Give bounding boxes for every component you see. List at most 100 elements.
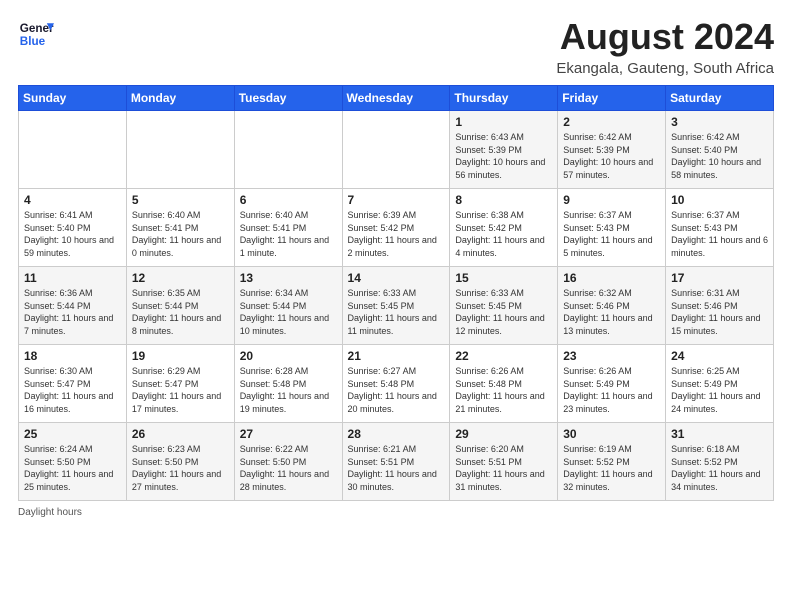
day-cell: 19 Sunrise: 6:29 AM Sunset: 5:47 PM Dayli… xyxy=(126,345,234,423)
day-cell xyxy=(342,111,450,189)
calendar-body: 1Sunrise: 6:43 AM Sunset: 5:39 PM Daylig… xyxy=(19,111,774,501)
day-number: 17 xyxy=(671,271,768,285)
calendar-header: SundayMondayTuesdayWednesdayThursdayFrid… xyxy=(19,86,774,111)
page: General Blue August 2024 Ekangala, Gaute… xyxy=(0,0,792,612)
day-number: 18 xyxy=(24,349,121,363)
day-info: Sunrise: 6:42 AM Sunset: 5:39 PM Dayligh… xyxy=(563,131,660,181)
day-cell: 22 Sunrise: 6:26 AM Sunset: 5:48 PM Dayli… xyxy=(450,345,558,423)
day-info: Sunrise: 6:39 AM Sunset: 5:42 PM Dayligh… xyxy=(348,209,445,259)
day-number: 30 xyxy=(563,427,660,441)
subtitle: Ekangala, Gauteng, South Africa xyxy=(556,60,774,77)
day-info: Sunrise: 6:37 AM Sunset: 5:43 PM Dayligh… xyxy=(563,209,660,259)
day-number: 21 xyxy=(348,349,445,363)
col-header-thursday: Thursday xyxy=(450,86,558,111)
col-header-friday: Friday xyxy=(558,86,666,111)
day-number: 19 xyxy=(132,349,229,363)
day-info: Sunrise: 6:38 AM Sunset: 5:42 PM Dayligh… xyxy=(455,209,552,259)
day-number: 29 xyxy=(455,427,552,441)
day-number: 4 xyxy=(24,193,121,207)
day-cell: 2 Sunrise: 6:42 AM Sunset: 5:39 PM Daylig… xyxy=(558,111,666,189)
day-number: 13 xyxy=(240,271,337,285)
day-cell: 9 Sunrise: 6:37 AM Sunset: 5:43 PM Daylig… xyxy=(558,189,666,267)
day-info: Sunrise: 6:22 AM Sunset: 5:50 PM Dayligh… xyxy=(240,443,337,493)
day-cell: 30 Sunrise: 6:19 AM Sunset: 5:52 PM Dayli… xyxy=(558,423,666,501)
day-cell: 3Sunrise: 6:42 AM Sunset: 5:40 PM Daylig… xyxy=(666,111,774,189)
header: General Blue August 2024 Ekangala, Gaute… xyxy=(18,16,774,77)
day-number: 2 xyxy=(563,115,660,129)
day-info: Sunrise: 6:24 AM Sunset: 5:50 PM Dayligh… xyxy=(24,443,121,493)
day-cell: 25 Sunrise: 6:24 AM Sunset: 5:50 PM Dayli… xyxy=(19,423,127,501)
day-info: Sunrise: 6:20 AM Sunset: 5:51 PM Dayligh… xyxy=(455,443,552,493)
day-cell: 5 Sunrise: 6:40 AM Sunset: 5:41 PM Daylig… xyxy=(126,189,234,267)
day-info: Sunrise: 6:40 AM Sunset: 5:41 PM Dayligh… xyxy=(132,209,229,259)
day-number: 12 xyxy=(132,271,229,285)
col-header-wednesday: Wednesday xyxy=(342,86,450,111)
week-row-5: 25 Sunrise: 6:24 AM Sunset: 5:50 PM Dayli… xyxy=(19,423,774,501)
day-info: Sunrise: 6:28 AM Sunset: 5:48 PM Dayligh… xyxy=(240,365,337,415)
day-number: 14 xyxy=(348,271,445,285)
day-cell: 4Sunrise: 6:41 AM Sunset: 5:40 PM Daylig… xyxy=(19,189,127,267)
day-cell: 31Sunrise: 6:18 AM Sunset: 5:52 PM Dayli… xyxy=(666,423,774,501)
day-number: 9 xyxy=(563,193,660,207)
day-number: 25 xyxy=(24,427,121,441)
day-number: 26 xyxy=(132,427,229,441)
day-info: Sunrise: 6:40 AM Sunset: 5:41 PM Dayligh… xyxy=(240,209,337,259)
header-row: SundayMondayTuesdayWednesdayThursdayFrid… xyxy=(19,86,774,111)
day-info: Sunrise: 6:30 AM Sunset: 5:47 PM Dayligh… xyxy=(24,365,121,415)
day-number: 28 xyxy=(348,427,445,441)
day-info: Sunrise: 6:25 AM Sunset: 5:49 PM Dayligh… xyxy=(671,365,768,415)
day-cell: 7 Sunrise: 6:39 AM Sunset: 5:42 PM Daylig… xyxy=(342,189,450,267)
day-info: Sunrise: 6:34 AM Sunset: 5:44 PM Dayligh… xyxy=(240,287,337,337)
day-info: Sunrise: 6:36 AM Sunset: 5:44 PM Dayligh… xyxy=(24,287,121,337)
day-info: Sunrise: 6:29 AM Sunset: 5:47 PM Dayligh… xyxy=(132,365,229,415)
day-info: Sunrise: 6:35 AM Sunset: 5:44 PM Dayligh… xyxy=(132,287,229,337)
day-cell: 17Sunrise: 6:31 AM Sunset: 5:46 PM Dayli… xyxy=(666,267,774,345)
title-block: August 2024 Ekangala, Gauteng, South Afr… xyxy=(556,16,774,77)
day-number: 31 xyxy=(671,427,768,441)
day-cell: 14Sunrise: 6:33 AM Sunset: 5:45 PM Dayli… xyxy=(342,267,450,345)
day-cell: 15 Sunrise: 6:33 AM Sunset: 5:45 PM Dayli… xyxy=(450,267,558,345)
day-info: Sunrise: 6:21 AM Sunset: 5:51 PM Dayligh… xyxy=(348,443,445,493)
day-cell: 29 Sunrise: 6:20 AM Sunset: 5:51 PM Dayli… xyxy=(450,423,558,501)
col-header-sunday: Sunday xyxy=(19,86,127,111)
day-cell: 21 Sunrise: 6:27 AM Sunset: 5:48 PM Dayli… xyxy=(342,345,450,423)
day-info: Sunrise: 6:23 AM Sunset: 5:50 PM Dayligh… xyxy=(132,443,229,493)
day-number: 5 xyxy=(132,193,229,207)
day-cell xyxy=(19,111,127,189)
day-number: 16 xyxy=(563,271,660,285)
day-number: 22 xyxy=(455,349,552,363)
day-cell: 18 Sunrise: 6:30 AM Sunset: 5:47 PM Dayli… xyxy=(19,345,127,423)
col-header-saturday: Saturday xyxy=(666,86,774,111)
week-row-1: 1Sunrise: 6:43 AM Sunset: 5:39 PM Daylig… xyxy=(19,111,774,189)
day-cell: 6Sunrise: 6:40 AM Sunset: 5:41 PM Daylig… xyxy=(234,189,342,267)
day-number: 15 xyxy=(455,271,552,285)
day-cell: 27 Sunrise: 6:22 AM Sunset: 5:50 PM Dayli… xyxy=(234,423,342,501)
col-header-tuesday: Tuesday xyxy=(234,86,342,111)
footer: Daylight hours xyxy=(18,507,774,518)
day-info: Sunrise: 6:27 AM Sunset: 5:48 PM Dayligh… xyxy=(348,365,445,415)
day-cell: 11 Sunrise: 6:36 AM Sunset: 5:44 PM Dayli… xyxy=(19,267,127,345)
daylight-label: Daylight hours xyxy=(18,507,82,518)
day-cell: 23Sunrise: 6:26 AM Sunset: 5:49 PM Dayli… xyxy=(558,345,666,423)
day-info: Sunrise: 6:33 AM Sunset: 5:45 PM Dayligh… xyxy=(455,287,552,337)
day-number: 1 xyxy=(455,115,552,129)
week-row-4: 18 Sunrise: 6:30 AM Sunset: 5:47 PM Dayli… xyxy=(19,345,774,423)
day-cell: 16Sunrise: 6:32 AM Sunset: 5:46 PM Dayli… xyxy=(558,267,666,345)
day-cell xyxy=(126,111,234,189)
day-number: 27 xyxy=(240,427,337,441)
day-info: Sunrise: 6:26 AM Sunset: 5:49 PM Dayligh… xyxy=(563,365,660,415)
calendar-table: SundayMondayTuesdayWednesdayThursdayFrid… xyxy=(18,85,774,501)
day-number: 11 xyxy=(24,271,121,285)
day-cell: 1Sunrise: 6:43 AM Sunset: 5:39 PM Daylig… xyxy=(450,111,558,189)
day-number: 20 xyxy=(240,349,337,363)
main-title: August 2024 xyxy=(556,16,774,58)
day-info: Sunrise: 6:37 AM Sunset: 5:43 PM Dayligh… xyxy=(671,209,768,259)
day-info: Sunrise: 6:19 AM Sunset: 5:52 PM Dayligh… xyxy=(563,443,660,493)
day-cell: 28 Sunrise: 6:21 AM Sunset: 5:51 PM Dayli… xyxy=(342,423,450,501)
day-number: 7 xyxy=(348,193,445,207)
day-info: Sunrise: 6:26 AM Sunset: 5:48 PM Dayligh… xyxy=(455,365,552,415)
week-row-2: 4Sunrise: 6:41 AM Sunset: 5:40 PM Daylig… xyxy=(19,189,774,267)
day-cell: 20 Sunrise: 6:28 AM Sunset: 5:48 PM Dayli… xyxy=(234,345,342,423)
logo-icon: General Blue xyxy=(18,16,54,52)
day-number: 24 xyxy=(671,349,768,363)
